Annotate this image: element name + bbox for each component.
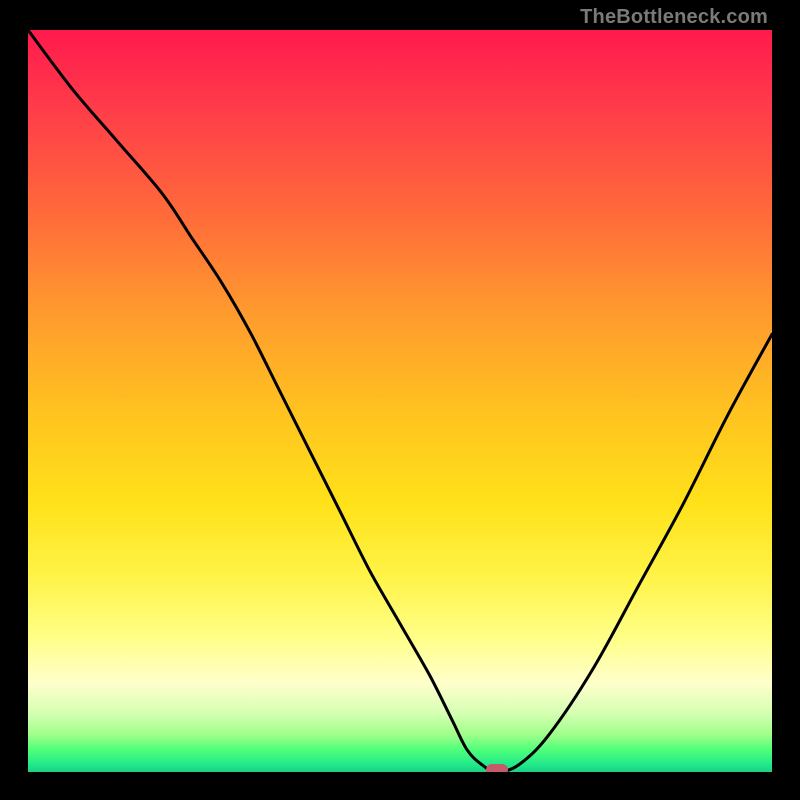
minimum-marker xyxy=(486,764,508,772)
watermark-text: TheBottleneck.com xyxy=(580,6,768,29)
chart-frame: { "watermark": "TheBottleneck.com", "col… xyxy=(0,0,800,800)
plot-area xyxy=(28,30,772,772)
bottleneck-curve xyxy=(28,30,772,772)
